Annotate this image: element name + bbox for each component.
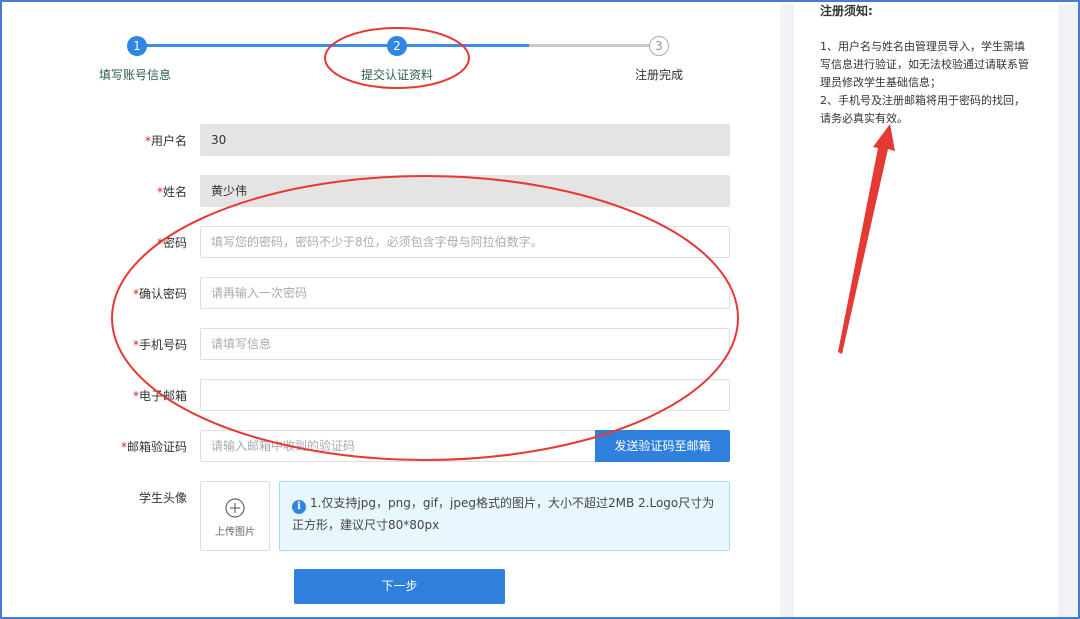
email-code-label: *邮箱验证码 [120, 440, 187, 454]
registration-notice-panel: 注册须知: 1、用户名与姓名由管理员导入，学生需填写信息进行验证，如无法校验通过… [794, 4, 1058, 617]
right-edge-strip [1058, 4, 1078, 617]
email-label: *电子邮箱 [132, 389, 187, 403]
send-code-button[interactable]: 发送验证码至邮箱 [595, 430, 730, 462]
username-value: 30 [211, 133, 227, 147]
avatar-label: 学生头像 [138, 491, 187, 505]
step-3-label: 注册完成 [635, 68, 684, 82]
email-input[interactable] [200, 379, 730, 411]
next-step-button[interactable]: 下一步 [294, 569, 505, 604]
upload-tip-box: i 1.仅支持jpg，png，gif，jpeg格式的图片，大小不超过2MB 2.L… [279, 481, 730, 551]
notice-item-2: 2、手机号及注册邮箱将用于密码的找回，请务必真实有效。 [820, 94, 1025, 125]
phone-input[interactable]: 请填写信息 [200, 328, 730, 360]
name-label: *姓名 [156, 185, 187, 199]
phone-label: *手机号码 [132, 338, 187, 352]
notice-item-1: 1、用户名与姓名由管理员导入，学生需填写信息进行验证，如无法校验通过请联系管理员… [820, 40, 1029, 89]
avatar-upload-button[interactable]: 上传图片 [200, 481, 270, 551]
password-placeholder: 填写您的密码，密码不少于8位，必须包含字母与阿拉伯数字。 [211, 235, 543, 249]
step-1-circle: 1 [127, 36, 147, 56]
step-2-circle: 2 [387, 36, 407, 56]
step-1-label: 填写账号信息 [99, 68, 172, 82]
confirm-password-label: *确认密码 [132, 287, 187, 301]
panel-divider [780, 4, 794, 617]
confirm-password-input[interactable]: 请再输入一次密码 [200, 277, 730, 309]
name-value: 黄少伟 [211, 184, 248, 198]
notice-text: 1、用户名与姓名由管理员导入，学生需填写信息进行验证，如无法校验通过请联系管理员… [820, 38, 1030, 128]
step-3-circle: 3 [649, 36, 669, 56]
password-input[interactable]: 填写您的密码，密码不少于8位，必须包含字母与阿拉伯数字。 [200, 226, 730, 258]
step-2-label: 提交认证资料 [361, 68, 434, 82]
step-progress-done [139, 44, 529, 47]
password-label: *密码 [156, 236, 187, 250]
registration-window: 1 2 3 填写账号信息 提交认证资料 注册完成 *用户名 30 *姓名 黄少伟… [0, 0, 1080, 619]
email-code-placeholder: 请输入邮箱中收到的验证码 [211, 439, 356, 453]
info-icon: i [292, 500, 306, 514]
phone-placeholder: 请填写信息 [211, 337, 272, 351]
plus-circle-icon [225, 498, 245, 518]
username-label: *用户名 [144, 134, 187, 148]
name-field: 黄少伟 [200, 175, 730, 207]
email-code-input[interactable]: 请输入邮箱中收到的验证码 [200, 430, 595, 462]
upload-label: 上传图片 [215, 527, 255, 538]
registration-form-panel: 1 2 3 填写账号信息 提交认证资料 注册完成 *用户名 30 *姓名 黄少伟… [4, 4, 780, 617]
username-field: 30 [200, 124, 730, 156]
step-progress-remaining [529, 44, 659, 47]
upload-tip-text: 1.仅支持jpg，png，gif，jpeg格式的图片，大小不超过2MB 2.Lo… [292, 496, 715, 532]
notice-title: 注册须知: [820, 4, 873, 18]
confirm-password-placeholder: 请再输入一次密码 [211, 286, 308, 300]
